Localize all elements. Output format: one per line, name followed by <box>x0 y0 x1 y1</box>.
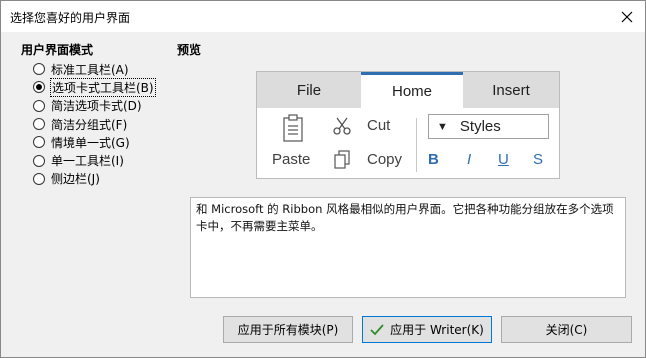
mode-description: 和 Microsoft 的 Ribbon 风格最相似的用户界面。它把各种功能分组… <box>190 197 626 298</box>
apply-to-writer-button[interactable]: 应用于 Writer(K) <box>362 316 492 343</box>
ui-preview: File Home Insert Paste Cut Copy ▼ Styles… <box>256 71 560 179</box>
mode-radio-group: 标准工具栏(A) 选项卡式工具栏(B) 简洁选项卡式(D) 简洁分组式(F) 情… <box>33 60 156 188</box>
preview-tab-bar: File Home Insert <box>257 72 559 108</box>
styles-label: Styles <box>459 118 501 135</box>
radio-label: 简洁选项卡式(D) <box>51 99 142 114</box>
radio-option-standard-toolbar[interactable]: 标准工具栏(A) <box>33 60 155 78</box>
copy-icon <box>334 150 350 169</box>
radio-label: 简洁分组式(F) <box>51 117 128 132</box>
radio-label: 侧边栏(J) <box>51 172 100 187</box>
radio-option-contextual-single[interactable]: 情境单一式(G) <box>33 133 155 151</box>
radio-button[interactable] <box>33 136 45 149</box>
radio-button[interactable] <box>33 63 45 76</box>
close-dialog-button[interactable]: 关闭(C) <box>501 316 632 343</box>
radio-option-tabbed-compact[interactable]: 简洁选项卡式(D) <box>33 97 155 115</box>
close-icon <box>621 11 633 22</box>
apply-to-all-label: 应用于所有模块(P) <box>237 323 339 337</box>
radio-label: 标准工具栏(A) <box>51 62 129 77</box>
radio-option-single-toolbar[interactable]: 单一工具栏(I) <box>33 151 155 169</box>
window-title: 选择您喜好的用户界面 <box>10 11 131 25</box>
radio-button-checked[interactable] <box>33 81 45 94</box>
radio-button[interactable] <box>33 99 45 112</box>
radio-label: 情境单一式(G) <box>51 135 130 150</box>
cut-label: Cut <box>367 117 391 134</box>
bold-button-label: B <box>428 151 439 168</box>
apply-to-all-button[interactable]: 应用于所有模块(P) <box>223 316 353 343</box>
mode-heading: 用户界面模式 <box>21 43 94 57</box>
close-dialog-label: 关闭(C) <box>545 323 588 337</box>
preview-tab-file: File <box>296 81 322 99</box>
apply-to-writer-label: 应用于 Writer(K) <box>390 323 484 337</box>
paste-label: Paste <box>272 151 311 168</box>
radio-button[interactable] <box>33 154 45 167</box>
underline-button-label: U <box>498 151 509 168</box>
dialog-window: 选择您喜好的用户界面 用户界面模式 预览 标准工具栏(A) 选项卡式工具栏(B)… <box>0 0 646 358</box>
scissors-icon <box>333 117 351 135</box>
preview-tab-home: Home <box>361 72 463 108</box>
title-bar: 选择您喜好的用户界面 <box>1 1 645 32</box>
checkmark-icon <box>370 323 384 336</box>
preview-heading: 预览 <box>177 43 202 57</box>
radio-button[interactable] <box>33 172 45 185</box>
radio-label: 单一工具栏(I) <box>51 154 124 169</box>
dropdown-arrow-icon: ▼ <box>437 120 448 133</box>
copy-label: Copy <box>367 151 403 168</box>
ribbon-separator <box>416 118 417 172</box>
radio-label: 选项卡式工具栏(B) <box>50 77 156 97</box>
close-button[interactable] <box>609 1 645 32</box>
radio-option-tabbed[interactable]: 选项卡式工具栏(B) <box>33 77 156 97</box>
italic-button-label: I <box>467 151 472 168</box>
radio-option-sidebar[interactable]: 侧边栏(J) <box>33 170 155 188</box>
radio-option-groupedbar-compact[interactable]: 简洁分组式(F) <box>33 115 155 133</box>
styles-dropdown: ▼ Styles <box>428 114 549 139</box>
paste-icon <box>283 114 303 142</box>
preview-tab-insert: Insert <box>492 81 530 99</box>
radio-button[interactable] <box>33 118 45 131</box>
strikethrough-button-label: S <box>533 151 544 168</box>
